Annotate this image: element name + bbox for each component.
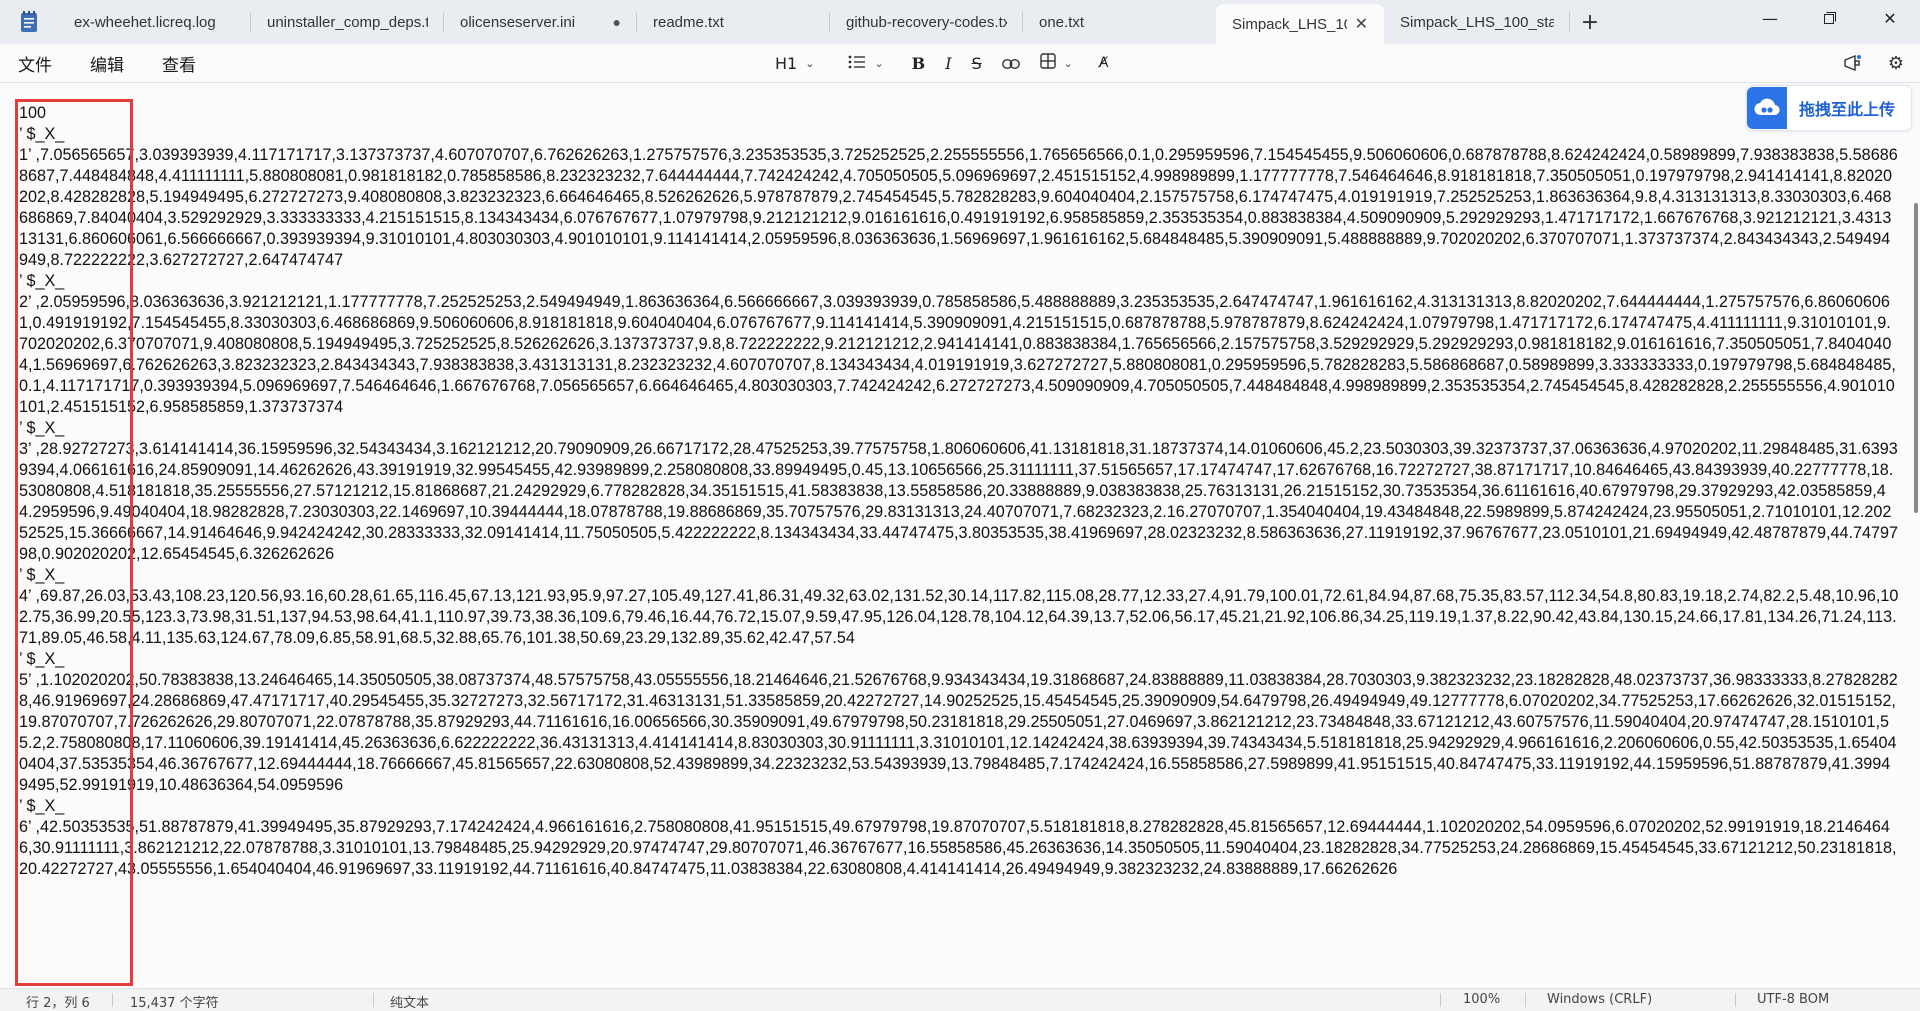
format-toolbar: H1 ⌄ ⌄ B I S ⌄ A̸ [765, 44, 1118, 82]
tab-one-txt[interactable]: one.txt [1023, 0, 1216, 44]
maximize-button[interactable] [1800, 0, 1860, 36]
close-tab-icon[interactable]: ✕ [1355, 14, 1368, 34]
tab-ex-wheehet-licreq-log[interactable]: ex-wheehet.licreq.log [58, 0, 251, 44]
tab-label: readme.txt [653, 13, 724, 31]
notepad-app-icon [0, 0, 58, 44]
document-text[interactable]: 100 ’ $_X_ 1’ ,7.056565657,3.039393939,4… [19, 103, 1899, 880]
text-mode[interactable]: 纯文本 [390, 992, 429, 1011]
window-controls: — ✕ [1740, 0, 1920, 40]
tab-olicenseserver-ini[interactable]: olicenseserver.ini ● [444, 0, 637, 44]
italic-icon: I [945, 53, 952, 73]
tab-uninstaller-comp-deps[interactable]: uninstaller_comp_deps.txt [251, 0, 444, 44]
tab-readme-txt[interactable]: readme.txt [637, 0, 830, 44]
tab-label: uninstaller_comp_deps.txt [267, 13, 428, 31]
bold-icon: B [911, 53, 926, 73]
tab-label: Simpack_LHS_100_standard [1400, 13, 1554, 31]
tab-github-recovery-codes[interactable]: github-recovery-codes.txt [830, 0, 1023, 44]
upload-drop-button[interactable]: 拖拽至此上传 [1746, 85, 1912, 131]
table-dropdown[interactable]: ⌄ [1030, 44, 1083, 82]
menu-edit[interactable]: 编辑 [90, 51, 124, 76]
tab-bar: ex-wheehet.licreq.log uninstaller_comp_d… [0, 0, 1920, 44]
copilot-icon[interactable] [1836, 47, 1868, 79]
italic-button[interactable]: I [935, 44, 961, 82]
close-window-button[interactable]: ✕ [1860, 0, 1920, 36]
strikethrough-icon: S [971, 53, 982, 73]
menu-file[interactable]: 文件 [18, 51, 52, 76]
status-divider [1735, 993, 1736, 1007]
unsaved-dot-icon: ● [612, 14, 621, 30]
chevron-down-icon: ⌄ [805, 56, 815, 70]
cloud-upload-icon [1747, 87, 1787, 129]
bold-button[interactable]: B [902, 44, 936, 82]
right-toolbar: ⚙ [1836, 44, 1912, 82]
character-count: 15,437 个字符 [130, 996, 219, 1011]
tab-separator [1569, 12, 1570, 32]
menu-view[interactable]: 查看 [162, 51, 196, 76]
cursor-position: 行 2，列 6 [26, 996, 90, 1011]
status-divider [112, 993, 113, 1007]
tab-simpack-lhs-100-tr[interactable]: Simpack_LHS_100_tr ✕ [1216, 4, 1384, 44]
status-divider [1525, 993, 1526, 1007]
zoom-level[interactable]: 100% [1463, 992, 1500, 1007]
link-icon [1001, 54, 1020, 73]
upload-label: 拖拽至此上传 [1799, 100, 1896, 119]
tab-label: one.txt [1039, 13, 1085, 31]
clear-formatting-button[interactable]: A̸ [1089, 44, 1119, 82]
tab-simpack-lhs-100-standard[interactable]: Simpack_LHS_100_standard [1384, 0, 1570, 44]
vertical-scrollbar[interactable] [1914, 203, 1918, 513]
clear-formatting-icon: A̸ [1098, 55, 1109, 71]
tab-label: olicenseserver.ini [460, 13, 576, 31]
settings-gear-icon[interactable]: ⚙ [1880, 47, 1912, 79]
status-divider [1440, 993, 1441, 1007]
status-bar: 行 2，列 6 15,437 个字符 纯文本 100% Windows (CRL… [0, 988, 1920, 1011]
tab-label: github-recovery-codes.txt [846, 13, 1007, 31]
file-encoding[interactable]: UTF-8 BOM [1757, 992, 1829, 1007]
status-divider [373, 993, 374, 1007]
highlight-annotation-box [15, 99, 133, 986]
heading-dropdown[interactable]: H1 ⌄ [765, 44, 824, 82]
new-tab-button[interactable]: + [1570, 0, 1610, 44]
list-dropdown[interactable]: ⌄ [838, 44, 893, 82]
tab-label: ex-wheehet.licreq.log [74, 13, 216, 31]
chevron-down-icon: ⌄ [1063, 56, 1073, 70]
text-editor-area[interactable]: 100 ’ $_X_ 1’ ,7.056565657,3.039393939,4… [0, 82, 1920, 989]
heading-label: H1 [775, 53, 798, 73]
link-button[interactable] [992, 44, 1030, 82]
chevron-down-icon: ⌄ [874, 56, 884, 70]
menu-bar: 文件 编辑 查看 H1 ⌄ ⌄ B I S ⌄ A̸ ⚙ [0, 44, 1920, 82]
bullet-list-icon [848, 54, 866, 73]
table-icon [1039, 53, 1056, 73]
line-ending[interactable]: Windows (CRLF) [1547, 992, 1652, 1007]
minimize-button[interactable]: — [1740, 0, 1800, 36]
tab-label: Simpack_LHS_100_tr [1232, 15, 1347, 33]
strikethrough-button[interactable]: S [962, 44, 992, 82]
